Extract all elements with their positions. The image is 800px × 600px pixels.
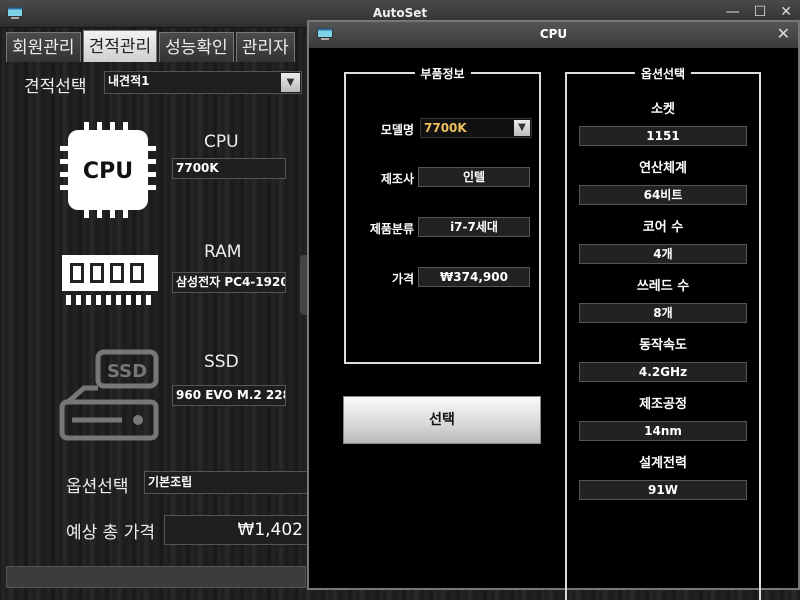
part-label-cpu: CPU [204, 132, 239, 152]
option-label-threads: 쓰레드 수 [636, 279, 690, 294]
chevron-down-icon[interactable]: ▼ [514, 120, 530, 136]
option-label-tdp: 설계전력 [639, 456, 687, 471]
estimate-select-value: 내견적1 [108, 74, 150, 88]
option-select-legend: 옵션선택 [634, 65, 692, 82]
part-value-cpu: 7700K [172, 158, 286, 179]
option-label-architecture: 연산체계 [639, 161, 687, 176]
cpu-icon: CPU [60, 122, 156, 218]
category-label: 제품분류 [369, 222, 414, 236]
option-label-process: 제조공정 [639, 397, 687, 412]
total-price-value: ₩1,402 [164, 515, 308, 545]
select-button[interactable]: 선택 [343, 396, 541, 444]
tab-bar: 회원관리 견적관리 성능확인 관리자 [6, 30, 297, 62]
option-label-socket: 소켓 [651, 102, 675, 117]
option-value-process: 14nm [579, 421, 747, 441]
ram-icon [62, 255, 158, 305]
dialog-titlebar[interactable]: CPU ✕ [309, 22, 798, 48]
ssd-icon: SSD [59, 349, 159, 441]
option-select-label: 옵션선택 [66, 477, 129, 497]
window-title: AutoSet [372, 6, 428, 20]
option-label-clock-speed: 동작속도 [639, 338, 687, 353]
estimate-select-label: 견적선택 [24, 77, 87, 97]
svg-text:CPU: CPU [83, 159, 133, 184]
close-icon[interactable]: ✕ [777, 24, 790, 43]
part-label-ssd: SSD [204, 352, 239, 372]
tab-admin[interactable]: 관리자 [235, 32, 295, 62]
minimize-icon[interactable]: — [726, 4, 740, 20]
model-select-combo[interactable]: 7700K ▼ [420, 118, 532, 138]
option-select-combo[interactable]: 기본조립 [144, 471, 308, 494]
maker-value: 인텔 [418, 167, 530, 187]
dialog-title: CPU [539, 27, 568, 41]
estimate-select-combo[interactable]: 내견적1 ▼ [104, 71, 302, 94]
status-bar [6, 566, 306, 588]
category-value: i7-7세대 [418, 217, 530, 237]
part-info-group: 부품정보 모델명 7700K ▼ 제조사 인텔 제품분류 i7-7세대 가격 ₩… [344, 65, 541, 364]
close-icon[interactable]: ✕ [780, 4, 792, 20]
svg-text:SSD: SSD [107, 361, 147, 382]
total-price-label: 예상 총 가격 [66, 523, 156, 543]
part-label-ram: RAM [204, 242, 242, 262]
option-select-group: 옵션선택 소켓 1151 연산체계 64비트 코어 수 4개 쓰레드 수 8개 … [565, 65, 761, 600]
cpu-dialog: CPU ✕ 부품정보 모델명 7700K ▼ 제조사 인텔 제품분류 i7-7세… [307, 20, 800, 600]
price-value: ₩374,900 [418, 267, 530, 287]
part-value-ssd: 960 EVO M.2 2280 [172, 385, 286, 406]
option-value-cores: 4개 [579, 244, 747, 264]
model-label: 모델명 [380, 123, 414, 137]
option-value-clock-speed: 4.2GHz [579, 362, 747, 382]
option-label-cores: 코어 수 [642, 220, 684, 235]
part-info-legend: 부품정보 [414, 65, 471, 82]
maximize-icon[interactable]: ☐ [754, 4, 767, 20]
chevron-down-icon[interactable]: ▼ [281, 73, 300, 92]
maker-label: 제조사 [380, 172, 414, 186]
part-value-ram: 삼성전자 PC4-19200 [172, 272, 286, 293]
option-value-tdp: 91W [579, 480, 747, 500]
tab-performance-check[interactable]: 성능확인 [159, 32, 234, 62]
tab-member-management[interactable]: 회원관리 [6, 32, 81, 62]
option-value-socket: 1151 [579, 126, 747, 146]
model-select-value: 7700K [424, 121, 467, 135]
price-label: 가격 [391, 272, 414, 286]
option-value-threads: 8개 [579, 303, 747, 323]
option-value-architecture: 64비트 [579, 185, 747, 205]
window-controls: — ☐ ✕ [726, 4, 792, 20]
tab-estimate-management[interactable]: 견적관리 [82, 30, 158, 62]
